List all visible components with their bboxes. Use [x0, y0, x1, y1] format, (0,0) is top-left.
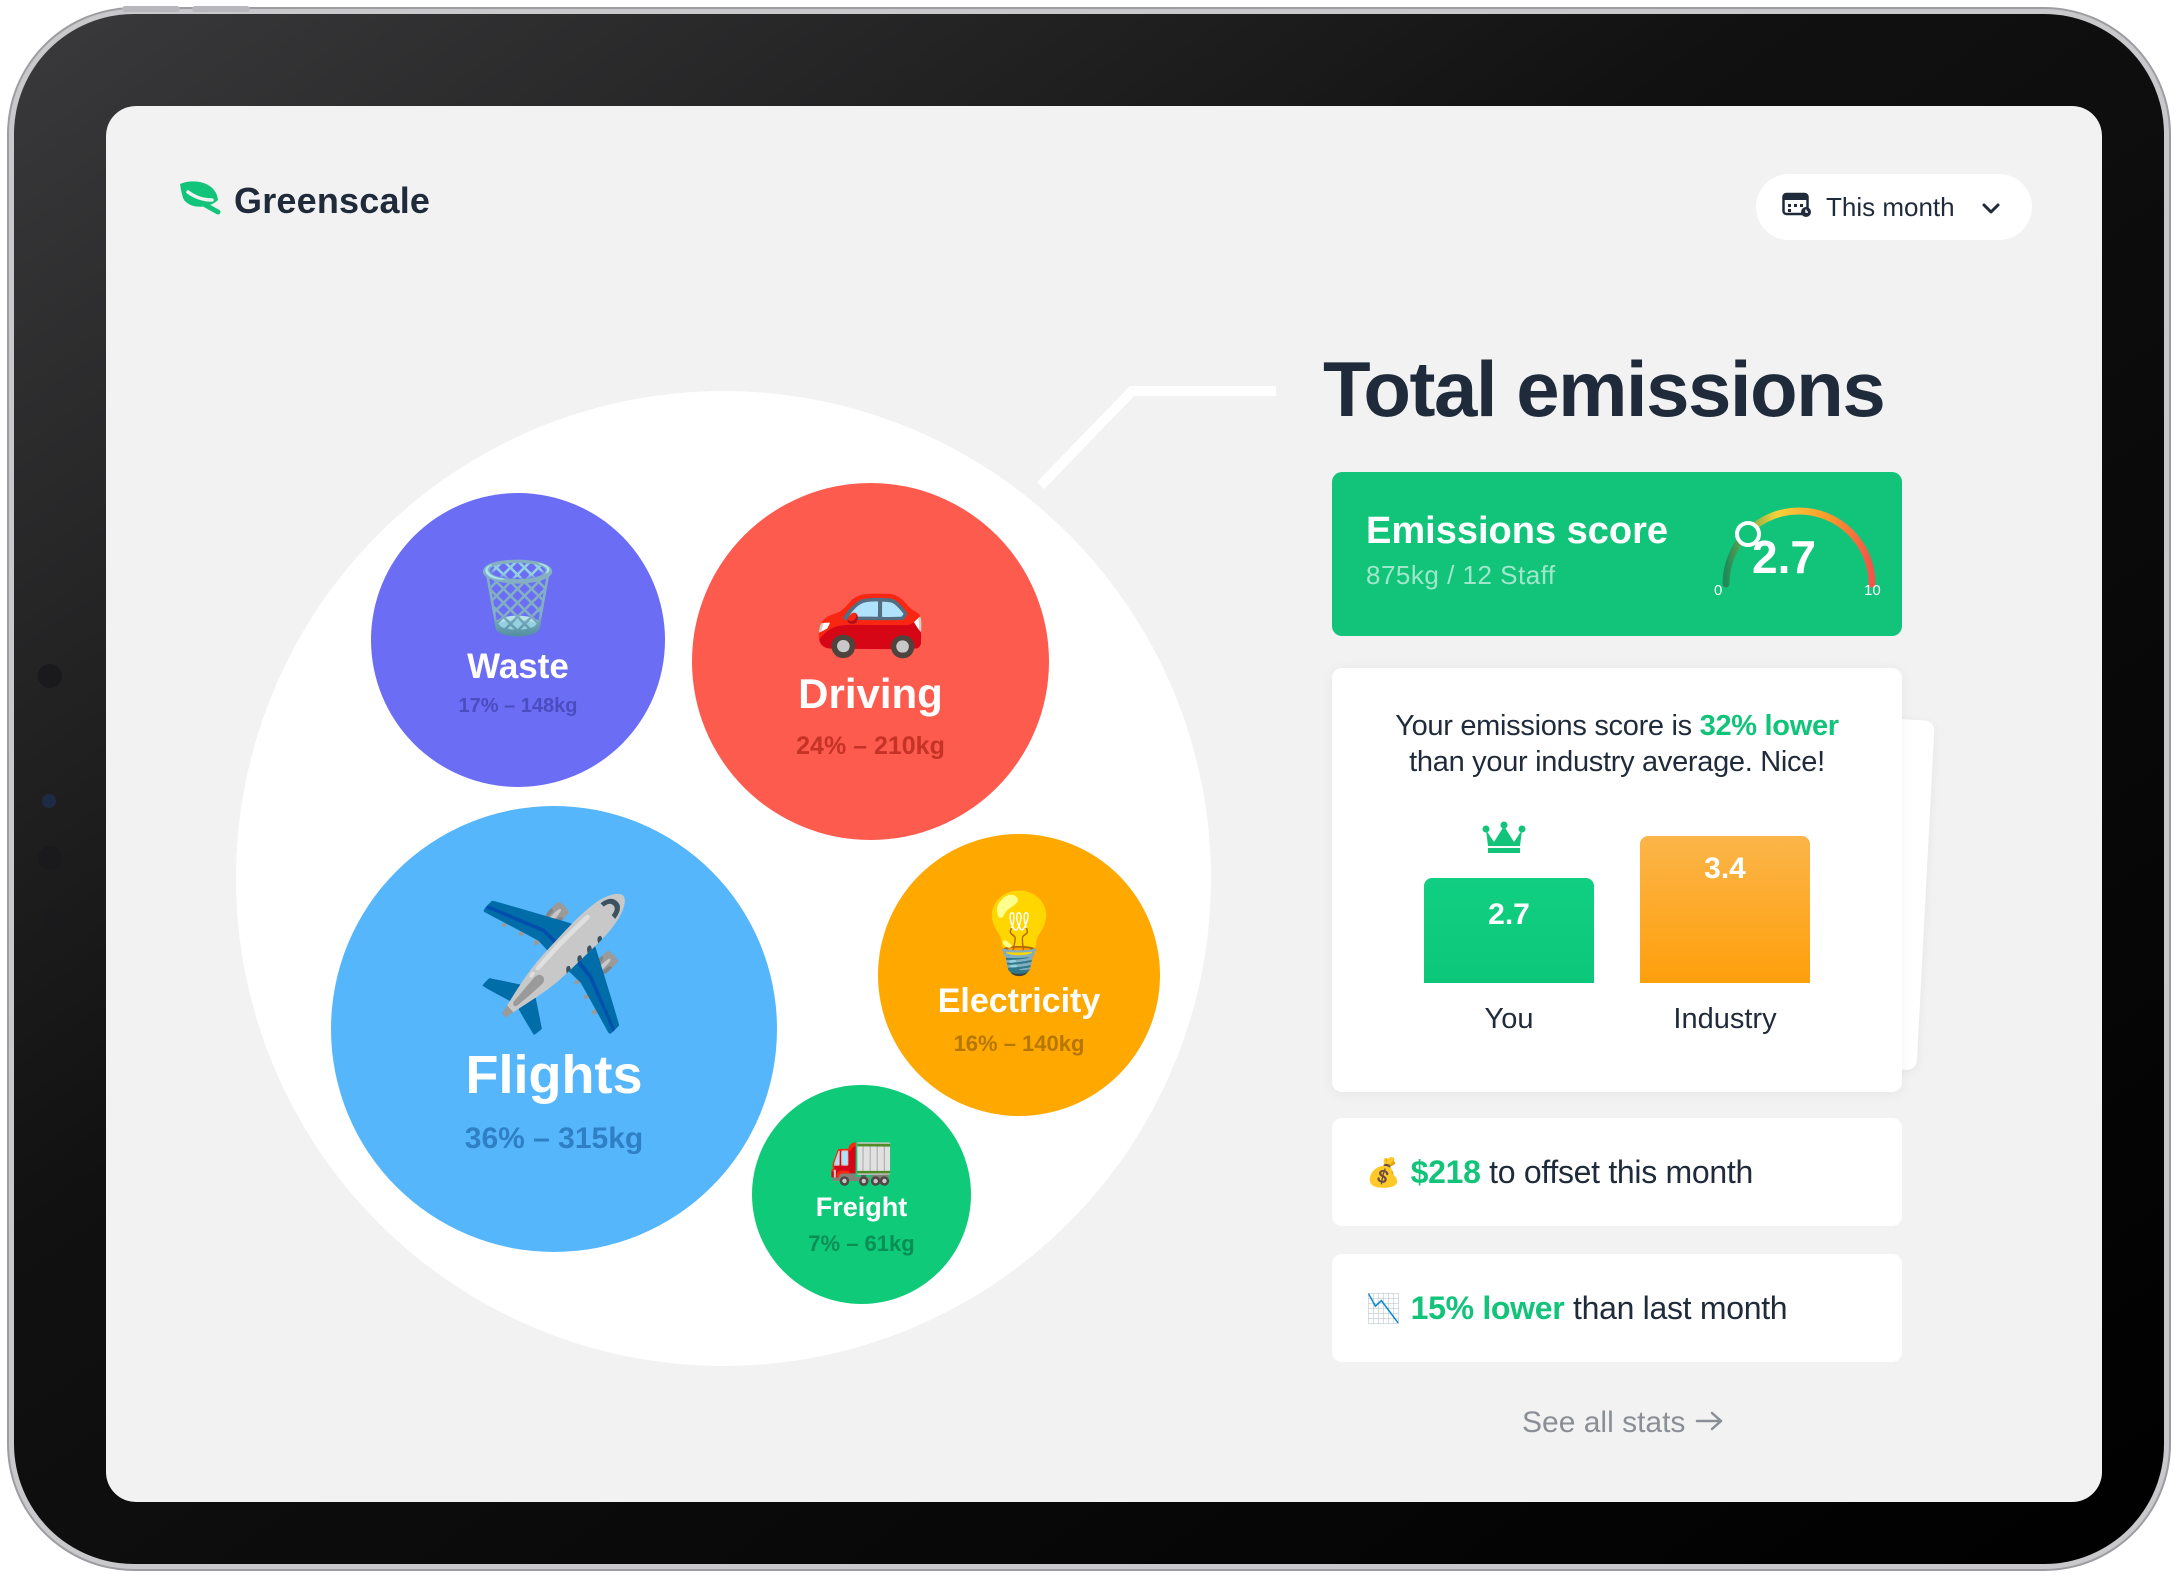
emissions-score-card[interactable]: Emissions score 875kg / 12 Staff 2.7 0 1… [1332, 472, 1902, 636]
bar-label-you: You [1484, 1003, 1534, 1035]
bubble-stat: 17% – 148kg [458, 694, 578, 717]
truck-icon: 🚛 [829, 1129, 894, 1187]
camera-icon [38, 664, 62, 688]
offset-amount: $218 [1410, 1153, 1481, 1190]
bar-label-industry: Industry [1673, 1003, 1777, 1035]
score-subtitle: 875kg / 12 Staff [1366, 560, 1556, 590]
bubble-stat: 24% – 210kg [796, 732, 945, 760]
bar-value: 3.4 [1704, 852, 1746, 885]
offset-caption: to offset this month [1480, 1153, 1753, 1190]
see-all-stats-link[interactable]: See all stats [1522, 1406, 1725, 1440]
arrow-right-icon [1695, 1406, 1725, 1440]
wastebasket-icon: 🗑️ [474, 558, 562, 637]
trend-amount: 15% lower [1410, 1289, 1565, 1326]
volume-button [122, 6, 180, 12]
score-label: Emissions score [1366, 510, 1669, 552]
chart-decreasing-icon: 📉 [1366, 1292, 1401, 1324]
bubble-label: Freight [815, 1192, 908, 1222]
sensor-icon [38, 846, 62, 870]
industry-comparison-card[interactable]: Your emissions score is 32% lower than y… [1332, 668, 1902, 1092]
bubble-stat: 16% – 140kg [953, 1030, 1085, 1056]
volume-button [192, 6, 250, 12]
bubble-label: Waste [467, 646, 569, 686]
comparison-highlight: 32% lower [1699, 710, 1839, 742]
page-title: Total emissions [1323, 345, 1886, 433]
money-bag-icon: 💰 [1366, 1156, 1401, 1188]
lightbulb-icon: 💡 [970, 888, 1068, 977]
see-all-label: See all stats [1522, 1406, 1686, 1439]
bar-industry: 3.4 [1640, 836, 1810, 983]
app-screen: Greenscale This month 🗑️ Waste 17% – 148… [106, 106, 2102, 1502]
ipad-frame: Greenscale This month 🗑️ Waste 17% – 148… [14, 6, 2164, 1564]
gauge-min: 0 [1714, 582, 1723, 599]
bubble-label: Flights [465, 1045, 643, 1105]
bubble-stat: 36% – 315kg [464, 1122, 644, 1155]
bubble-freight[interactable]: 🚛 Freight 7% – 61kg [752, 1085, 971, 1304]
bubble-label: Driving [798, 670, 943, 717]
bar-you: 2.7 [1424, 878, 1594, 983]
bubble-stat: 7% – 61kg [808, 1231, 915, 1256]
offset-text: $218 to offset this month [1410, 1153, 1754, 1191]
comparison-line2: than your industry average. Nice! [1409, 746, 1825, 779]
bubble-flights[interactable]: ✈️ Flights 36% – 315kg [331, 806, 777, 1252]
bubble-label: Electricity [937, 981, 1101, 1020]
offset-card[interactable]: 💰 $218 to offset this month [1332, 1118, 1902, 1226]
sensor-icon [42, 794, 56, 808]
bubble-waste[interactable]: 🗑️ Waste 17% – 148kg [371, 493, 665, 787]
trend-caption: than last month [1564, 1289, 1788, 1326]
trend-text: 15% lower than last month [1411, 1290, 1788, 1327]
bubble-driving[interactable]: 🚗 Driving 24% – 210kg [692, 483, 1049, 840]
airplane-icon: ✈️ [474, 894, 634, 1037]
comparison-prefix: Your emissions score is [1395, 710, 1700, 742]
bubble-electricity[interactable]: 💡 Electricity 16% – 140kg [878, 834, 1160, 1116]
bar-value: 2.7 [1488, 898, 1530, 931]
sensor-icon [42, 910, 60, 928]
comparison-text: Your emissions score is 32% lower than y… [1332, 708, 1902, 781]
car-icon: 🚗 [813, 557, 928, 659]
score-value: 2.7 [1752, 531, 1816, 583]
gauge-max: 10 [1864, 582, 1881, 599]
crown-icon [1482, 820, 1526, 859]
trend-card[interactable]: 📉 15% lower than last month [1332, 1254, 1902, 1362]
